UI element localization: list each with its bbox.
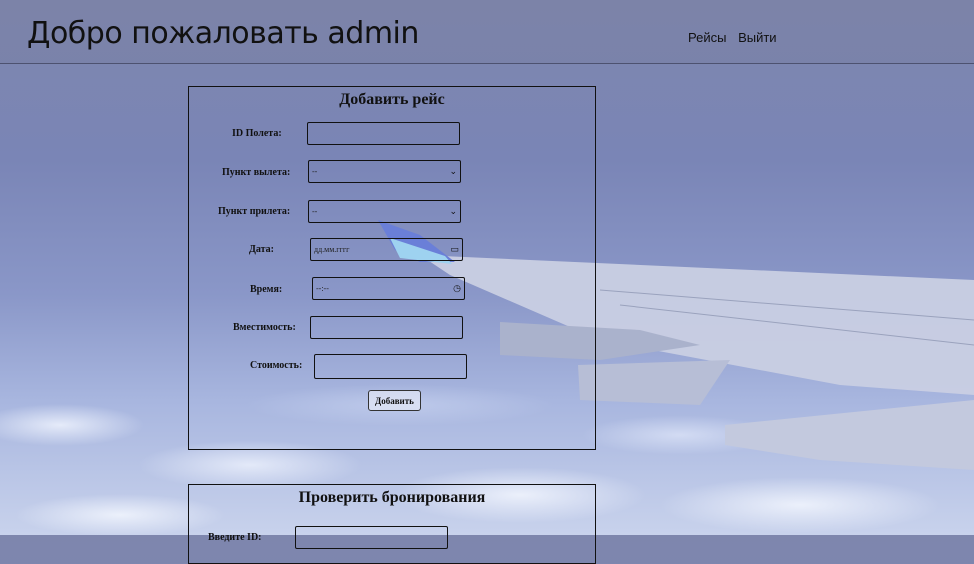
capacity-input[interactable]: [310, 316, 463, 339]
clock-icon[interactable]: ◷: [453, 283, 461, 294]
departure-label: Пункт вылета:: [222, 167, 291, 178]
arrival-label: Пункт прилета:: [218, 206, 291, 217]
arrival-select-value: --: [312, 207, 318, 216]
check-bookings-title: Проверить бронирования: [298, 489, 486, 506]
nav-link-logout[interactable]: Выйти: [738, 30, 777, 45]
top-nav: Рейсы Выйти: [688, 30, 785, 45]
add-flight-button[interactable]: Добавить: [368, 390, 421, 411]
check-bookings-form: Проверить бронирования Введите ID:: [188, 484, 596, 564]
arrival-select[interactable]: -- ⌄: [308, 200, 461, 223]
nav-link-flights[interactable]: Рейсы: [688, 30, 726, 45]
chevron-down-icon: ⌄: [449, 206, 457, 216]
chevron-down-icon: ⌄: [449, 166, 457, 176]
time-input-placeholder: --:--: [316, 284, 329, 293]
add-flight-title: Добавить рейс: [339, 91, 445, 108]
date-input-placeholder: дд.мм.гггг: [314, 245, 350, 254]
departure-select-value: --: [312, 167, 318, 176]
booking-id-label: Введите ID:: [208, 532, 262, 543]
time-input[interactable]: --:-- ◷: [312, 277, 465, 300]
time-label: Время:: [250, 284, 283, 295]
date-label: Дата:: [249, 244, 274, 255]
calendar-icon[interactable]: ▭: [450, 244, 459, 255]
price-label: Стоимость:: [250, 360, 303, 371]
departure-select[interactable]: -- ⌄: [308, 160, 461, 183]
welcome-title: Добро пожаловать admin: [27, 16, 419, 51]
flight-id-input[interactable]: [307, 122, 460, 145]
add-flight-form: Добавить рейс ID Полета: Пункт вылета: -…: [188, 86, 596, 450]
date-input[interactable]: дд.мм.гггг ▭: [310, 238, 463, 261]
price-input[interactable]: [314, 354, 467, 379]
flight-id-label: ID Полета:: [232, 128, 282, 139]
top-header: Добро пожаловать admin Рейсы Выйти: [0, 0, 974, 64]
booking-id-input[interactable]: [295, 526, 448, 549]
capacity-label: Вместимость:: [233, 322, 296, 333]
